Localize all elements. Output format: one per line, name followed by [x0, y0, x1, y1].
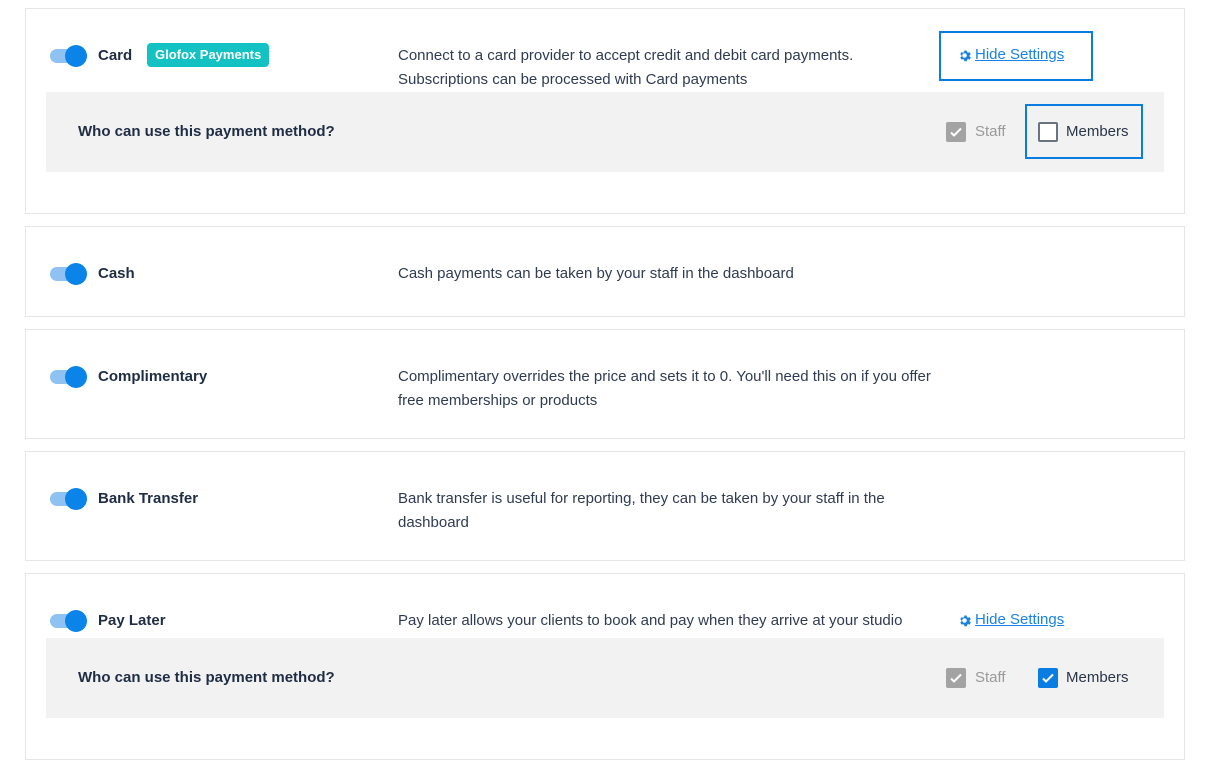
- complimentary-toggle[interactable]: [50, 366, 87, 388]
- checkmark-icon: [1042, 673, 1054, 683]
- payment-method-card: Card Glofox Payments Connect to a card p…: [25, 8, 1185, 214]
- payment-method-card: Complimentary Complimentary overrides th…: [25, 329, 1185, 439]
- payment-method-description: Pay later allows your clients to book an…: [398, 612, 903, 629]
- permissions-question: Who can use this payment method?: [78, 123, 335, 140]
- members-checkbox[interactable]: [1038, 668, 1058, 688]
- payment-method-card: Pay Later Pay later allows your clients …: [25, 573, 1185, 760]
- payment-method-description: Complimentary overrides the price and se…: [398, 368, 931, 409]
- permissions-question: Who can use this payment method?: [78, 669, 335, 686]
- payment-method-name: Pay Later: [98, 612, 166, 629]
- payment-method-name: Card: [98, 47, 133, 64]
- bank-transfer-toggle[interactable]: [50, 488, 87, 510]
- hide-settings-link[interactable]: Hide Settings: [958, 45, 1064, 65]
- hide-settings-link[interactable]: Hide Settings: [958, 610, 1064, 630]
- toggle-knob: [65, 366, 87, 388]
- cash-toggle[interactable]: [50, 263, 87, 285]
- members-checkbox-label: Members: [1066, 669, 1129, 686]
- payment-method-name: Complimentary: [98, 368, 208, 385]
- hide-settings-label: Hide Settings: [975, 611, 1065, 628]
- toggle-knob: [65, 610, 87, 632]
- members-checkbox-label: Members: [1066, 123, 1129, 140]
- pay-later-toggle[interactable]: [50, 610, 87, 632]
- payment-permissions-panel: Who can use this payment method? Staff M…: [46, 638, 1164, 718]
- staff-checkbox-label: Staff: [975, 669, 1006, 686]
- glofox-payments-badge: Glofox Payments: [147, 43, 270, 67]
- toggle-knob: [65, 488, 87, 510]
- gear-icon: [960, 50, 971, 61]
- payment-method-card: Bank Transfer Bank transfer is useful fo…: [25, 451, 1185, 561]
- payment-permissions-panel: Who can use this payment method? Staff M…: [46, 92, 1164, 172]
- staff-checkbox[interactable]: [946, 668, 966, 688]
- toggle-knob: [65, 263, 87, 285]
- toggle-knob: [65, 45, 87, 67]
- checkmark-icon: [950, 673, 962, 683]
- card-toggle[interactable]: [50, 45, 87, 67]
- gear-icon: [960, 615, 971, 626]
- staff-checkbox[interactable]: [946, 122, 966, 142]
- checkmark-icon: [950, 127, 962, 137]
- members-checkbox[interactable]: [1038, 122, 1058, 142]
- staff-checkbox-label: Staff: [975, 123, 1006, 140]
- payment-method-description: Bank transfer is useful for reporting, t…: [398, 490, 885, 531]
- payment-method-description: Connect to a card provider to accept cre…: [398, 47, 854, 88]
- payment-method-description: Cash payments can be taken by your staff…: [398, 265, 794, 282]
- payment-method-name: Cash: [98, 265, 135, 282]
- payment-method-card: Cash Cash payments can be taken by your …: [25, 226, 1185, 317]
- payment-method-name: Bank Transfer: [98, 490, 199, 507]
- hide-settings-label: Hide Settings: [975, 46, 1065, 63]
